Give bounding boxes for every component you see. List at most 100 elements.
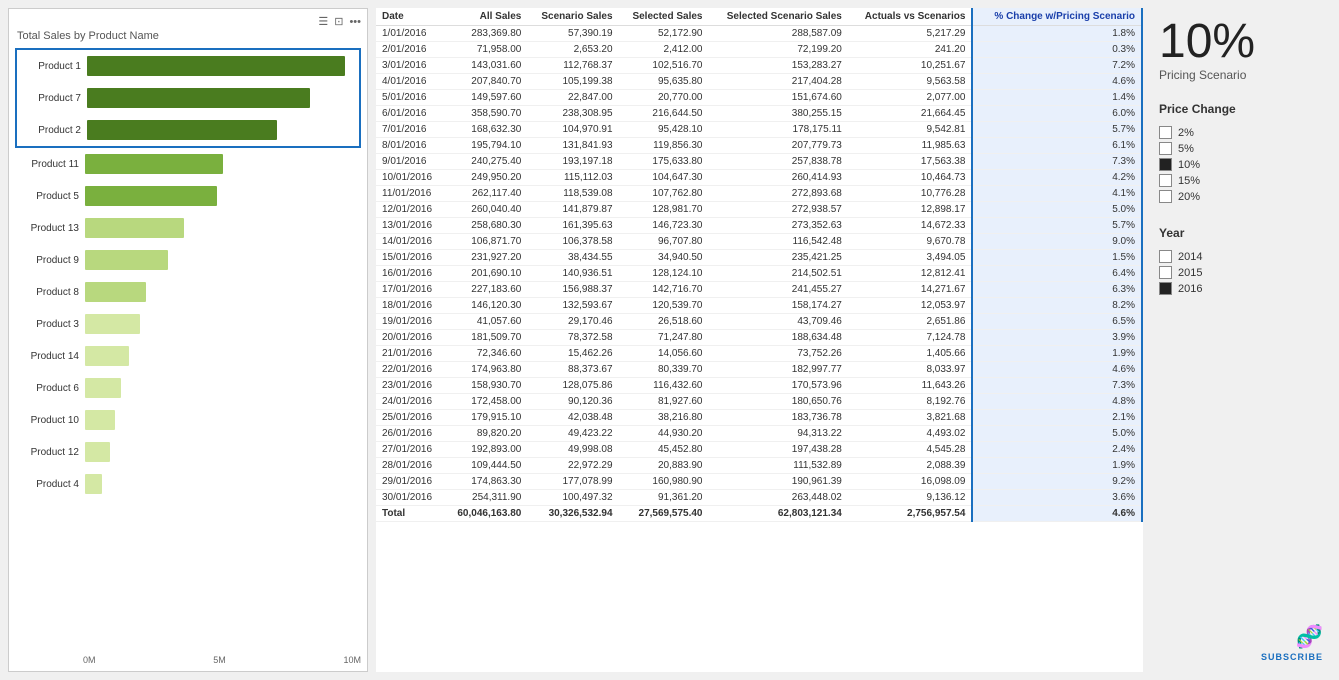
table-cell: 358,590.70 (444, 106, 527, 122)
table-cell: 142,716.70 (619, 282, 709, 298)
bar-container (85, 474, 361, 494)
x-axis-0: 0M (83, 655, 96, 665)
data-table-panel[interactable]: DateAll SalesScenario SalesSelected Sale… (376, 8, 1143, 672)
bar-label: Product 10 (15, 415, 85, 426)
year-option[interactable]: 2014 (1159, 250, 1323, 263)
table-cell: 6.3% (972, 282, 1142, 298)
table-cell: 3,494.05 (848, 250, 973, 266)
price-change-option[interactable]: 2% (1159, 126, 1323, 139)
checkbox-box[interactable] (1159, 266, 1172, 279)
table-cell: 8.2% (972, 298, 1142, 314)
table-cell: 104,647.30 (619, 170, 709, 186)
bar-container (85, 346, 361, 366)
table-cell: 235,421.25 (708, 250, 847, 266)
price-change-option[interactable]: 20% (1159, 190, 1323, 203)
table-cell: 9.2% (972, 474, 1142, 490)
table-cell: 16,098.09 (848, 474, 973, 490)
bar-row: Product 14 (15, 340, 361, 372)
year-option[interactable]: 2015 (1159, 266, 1323, 279)
checkbox-label: 10% (1178, 159, 1200, 171)
year-option[interactable]: 2016 (1159, 282, 1323, 295)
bar-row: Product 5 (15, 180, 361, 212)
bar-row: Product 6 (15, 372, 361, 404)
subscribe-text[interactable]: SUBSCRIBE (1261, 652, 1323, 662)
bar-container (85, 442, 361, 462)
expand-icon[interactable]: ⊡ (334, 15, 343, 28)
table-cell: 30/01/2016 (376, 490, 444, 506)
table-cell: 201,690.10 (444, 266, 527, 282)
table-header: Actuals vs Scenarios (848, 8, 973, 26)
table-row: 9/01/2016240,275.40193,197.18175,633.802… (376, 154, 1142, 170)
table-cell: 27/01/2016 (376, 442, 444, 458)
table-cell: 21,664.45 (848, 106, 973, 122)
total-cell: Total (376, 506, 444, 522)
table-cell: 94,313.22 (708, 426, 847, 442)
table-cell: 227,183.60 (444, 282, 527, 298)
bar-label: Product 2 (17, 125, 87, 136)
table-row: 30/01/2016254,311.90100,497.3291,361.202… (376, 490, 1142, 506)
checkbox-box[interactable] (1159, 282, 1172, 295)
price-change-options: 2% 5% 10% 15% 20% (1159, 126, 1323, 206)
table-cell: 3/01/2016 (376, 58, 444, 74)
table-cell: 107,762.80 (619, 186, 709, 202)
bar-label: Product 8 (15, 287, 85, 298)
pricing-label: Pricing Scenario (1159, 68, 1323, 82)
bar (85, 378, 121, 398)
table-cell: 188,634.48 (708, 330, 847, 346)
table-cell: 10,464.73 (848, 170, 973, 186)
table-cell: 170,573.96 (708, 378, 847, 394)
table-cell: 262,117.40 (444, 186, 527, 202)
table-row: 2/01/201671,958.002,653.202,412.0072,199… (376, 42, 1142, 58)
bar (87, 120, 277, 140)
table-cell: 283,369.80 (444, 26, 527, 42)
table-cell: 2/01/2016 (376, 42, 444, 58)
table-cell: 89,820.20 (444, 426, 527, 442)
table-cell: 18/01/2016 (376, 298, 444, 314)
table-row: 8/01/2016195,794.10131,841.93119,856.302… (376, 138, 1142, 154)
table-cell: 12,053.97 (848, 298, 973, 314)
table-row: 21/01/201672,346.6015,462.2614,056.6073,… (376, 346, 1142, 362)
total-row: Total60,046,163.8030,326,532.9427,569,57… (376, 506, 1142, 522)
table-cell: 143,031.60 (444, 58, 527, 74)
checkbox-box[interactable] (1159, 158, 1172, 171)
table-cell: 9,542.81 (848, 122, 973, 138)
table-cell: 20,883.90 (619, 458, 709, 474)
year-title: Year (1159, 226, 1323, 240)
checkbox-box[interactable] (1159, 250, 1172, 263)
table-cell: 38,434.55 (527, 250, 618, 266)
checkbox-box[interactable] (1159, 126, 1172, 139)
table-cell: 132,593.67 (527, 298, 618, 314)
table-cell: 10/01/2016 (376, 170, 444, 186)
price-change-option[interactable]: 5% (1159, 142, 1323, 155)
table-cell: 95,635.80 (619, 74, 709, 90)
table-row: 15/01/2016231,927.2038,434.5534,940.5023… (376, 250, 1142, 266)
panel-toolbar: ☰ ⊡ ••• (15, 15, 361, 28)
bar-row: Product 11 (15, 148, 361, 180)
table-cell: 6.0% (972, 106, 1142, 122)
bar-label: Product 1 (17, 61, 87, 72)
checkbox-box[interactable] (1159, 142, 1172, 155)
table-cell: 179,915.10 (444, 410, 527, 426)
table-cell: 116,542.48 (708, 234, 847, 250)
bar (87, 88, 310, 108)
table-cell: 106,871.70 (444, 234, 527, 250)
table-row: 18/01/2016146,120.30132,593.67120,539.70… (376, 298, 1142, 314)
table-cell: 2.4% (972, 442, 1142, 458)
table-cell: 4/01/2016 (376, 74, 444, 90)
menu-icon[interactable]: ☰ (318, 15, 328, 28)
checkbox-box[interactable] (1159, 190, 1172, 203)
checkbox-label: 2% (1178, 127, 1194, 139)
total-cell: 60,046,163.80 (444, 506, 527, 522)
table-cell: 149,597.60 (444, 90, 527, 106)
right-panel: 10% Pricing Scenario Price Change 2%5%10… (1151, 8, 1331, 672)
data-table: DateAll SalesScenario SalesSelected Sale… (376, 8, 1143, 522)
table-cell: 80,339.70 (619, 362, 709, 378)
price-change-option[interactable]: 10% (1159, 158, 1323, 171)
more-icon[interactable]: ••• (349, 16, 361, 28)
table-cell: 7/01/2016 (376, 122, 444, 138)
table-cell: 88,373.67 (527, 362, 618, 378)
price-change-option[interactable]: 15% (1159, 174, 1323, 187)
table-row: 26/01/201689,820.2049,423.2244,930.2094,… (376, 426, 1142, 442)
table-cell: 25/01/2016 (376, 410, 444, 426)
checkbox-box[interactable] (1159, 174, 1172, 187)
